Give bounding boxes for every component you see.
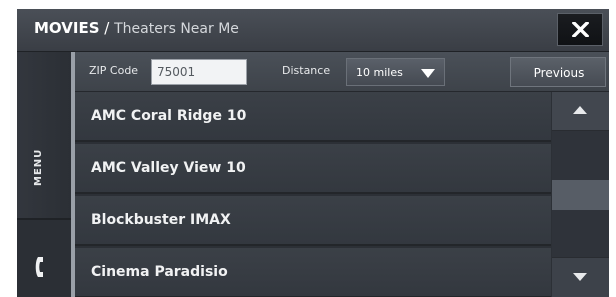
list-item[interactable]: AMC Valley View 10: [75, 144, 551, 194]
distance-label: Distance: [282, 64, 331, 77]
theater-name: AMC Coral Ridge 10: [91, 108, 247, 124]
page-title: MOVIES / Theaters Near Me: [34, 19, 239, 37]
theater-name: Blockbuster IMAX: [91, 212, 231, 228]
close-icon: [572, 22, 589, 37]
menu-label: MENU: [33, 148, 44, 186]
menu-button[interactable]: MENU: [17, 52, 71, 220]
list-item[interactable]: AMC Coral Ridge 10: [75, 92, 551, 142]
list-item[interactable]: Blockbuster IMAX: [75, 196, 551, 246]
zip-code-input[interactable]: [151, 59, 247, 85]
scroll-up-button[interactable]: [552, 92, 609, 131]
scroll-down-button[interactable]: [552, 257, 609, 297]
list-item[interactable]: Cinema Paradisio: [75, 248, 551, 297]
scroll-thumb[interactable]: [552, 180, 609, 210]
theater-name: Cinema Paradisio: [91, 264, 228, 280]
distance-value: 10 miles: [356, 66, 403, 79]
zip-code-label: ZIP Code: [89, 64, 139, 77]
chevron-down-icon: [573, 273, 587, 281]
phone-icon: [35, 257, 43, 277]
close-button[interactable]: [557, 13, 603, 46]
app-title: MOVIES: [34, 19, 100, 37]
previous-button[interactable]: Previous: [510, 57, 606, 87]
previous-label: Previous: [533, 66, 585, 80]
phone-button[interactable]: [17, 220, 71, 297]
theater-list: AMC Coral Ridge 10 AMC Valley View 10 Bl…: [75, 92, 551, 297]
chevron-up-icon: [573, 106, 587, 114]
theater-name: AMC Valley View 10: [91, 160, 246, 176]
header-bar: MOVIES / Theaters Near Me: [17, 9, 609, 52]
side-rail: MENU: [17, 52, 71, 297]
title-separator: /: [99, 19, 115, 37]
chevron-down-icon: [421, 69, 435, 78]
filter-bar: ZIP Code Distance 10 miles Previous: [75, 52, 609, 92]
distance-dropdown[interactable]: 10 miles: [346, 58, 445, 86]
page-subtitle: Theaters Near Me: [114, 21, 239, 37]
app-window: MOVIES / Theaters Near Me MENU ZIP Code …: [17, 9, 609, 297]
scrollbar[interactable]: [552, 92, 609, 297]
